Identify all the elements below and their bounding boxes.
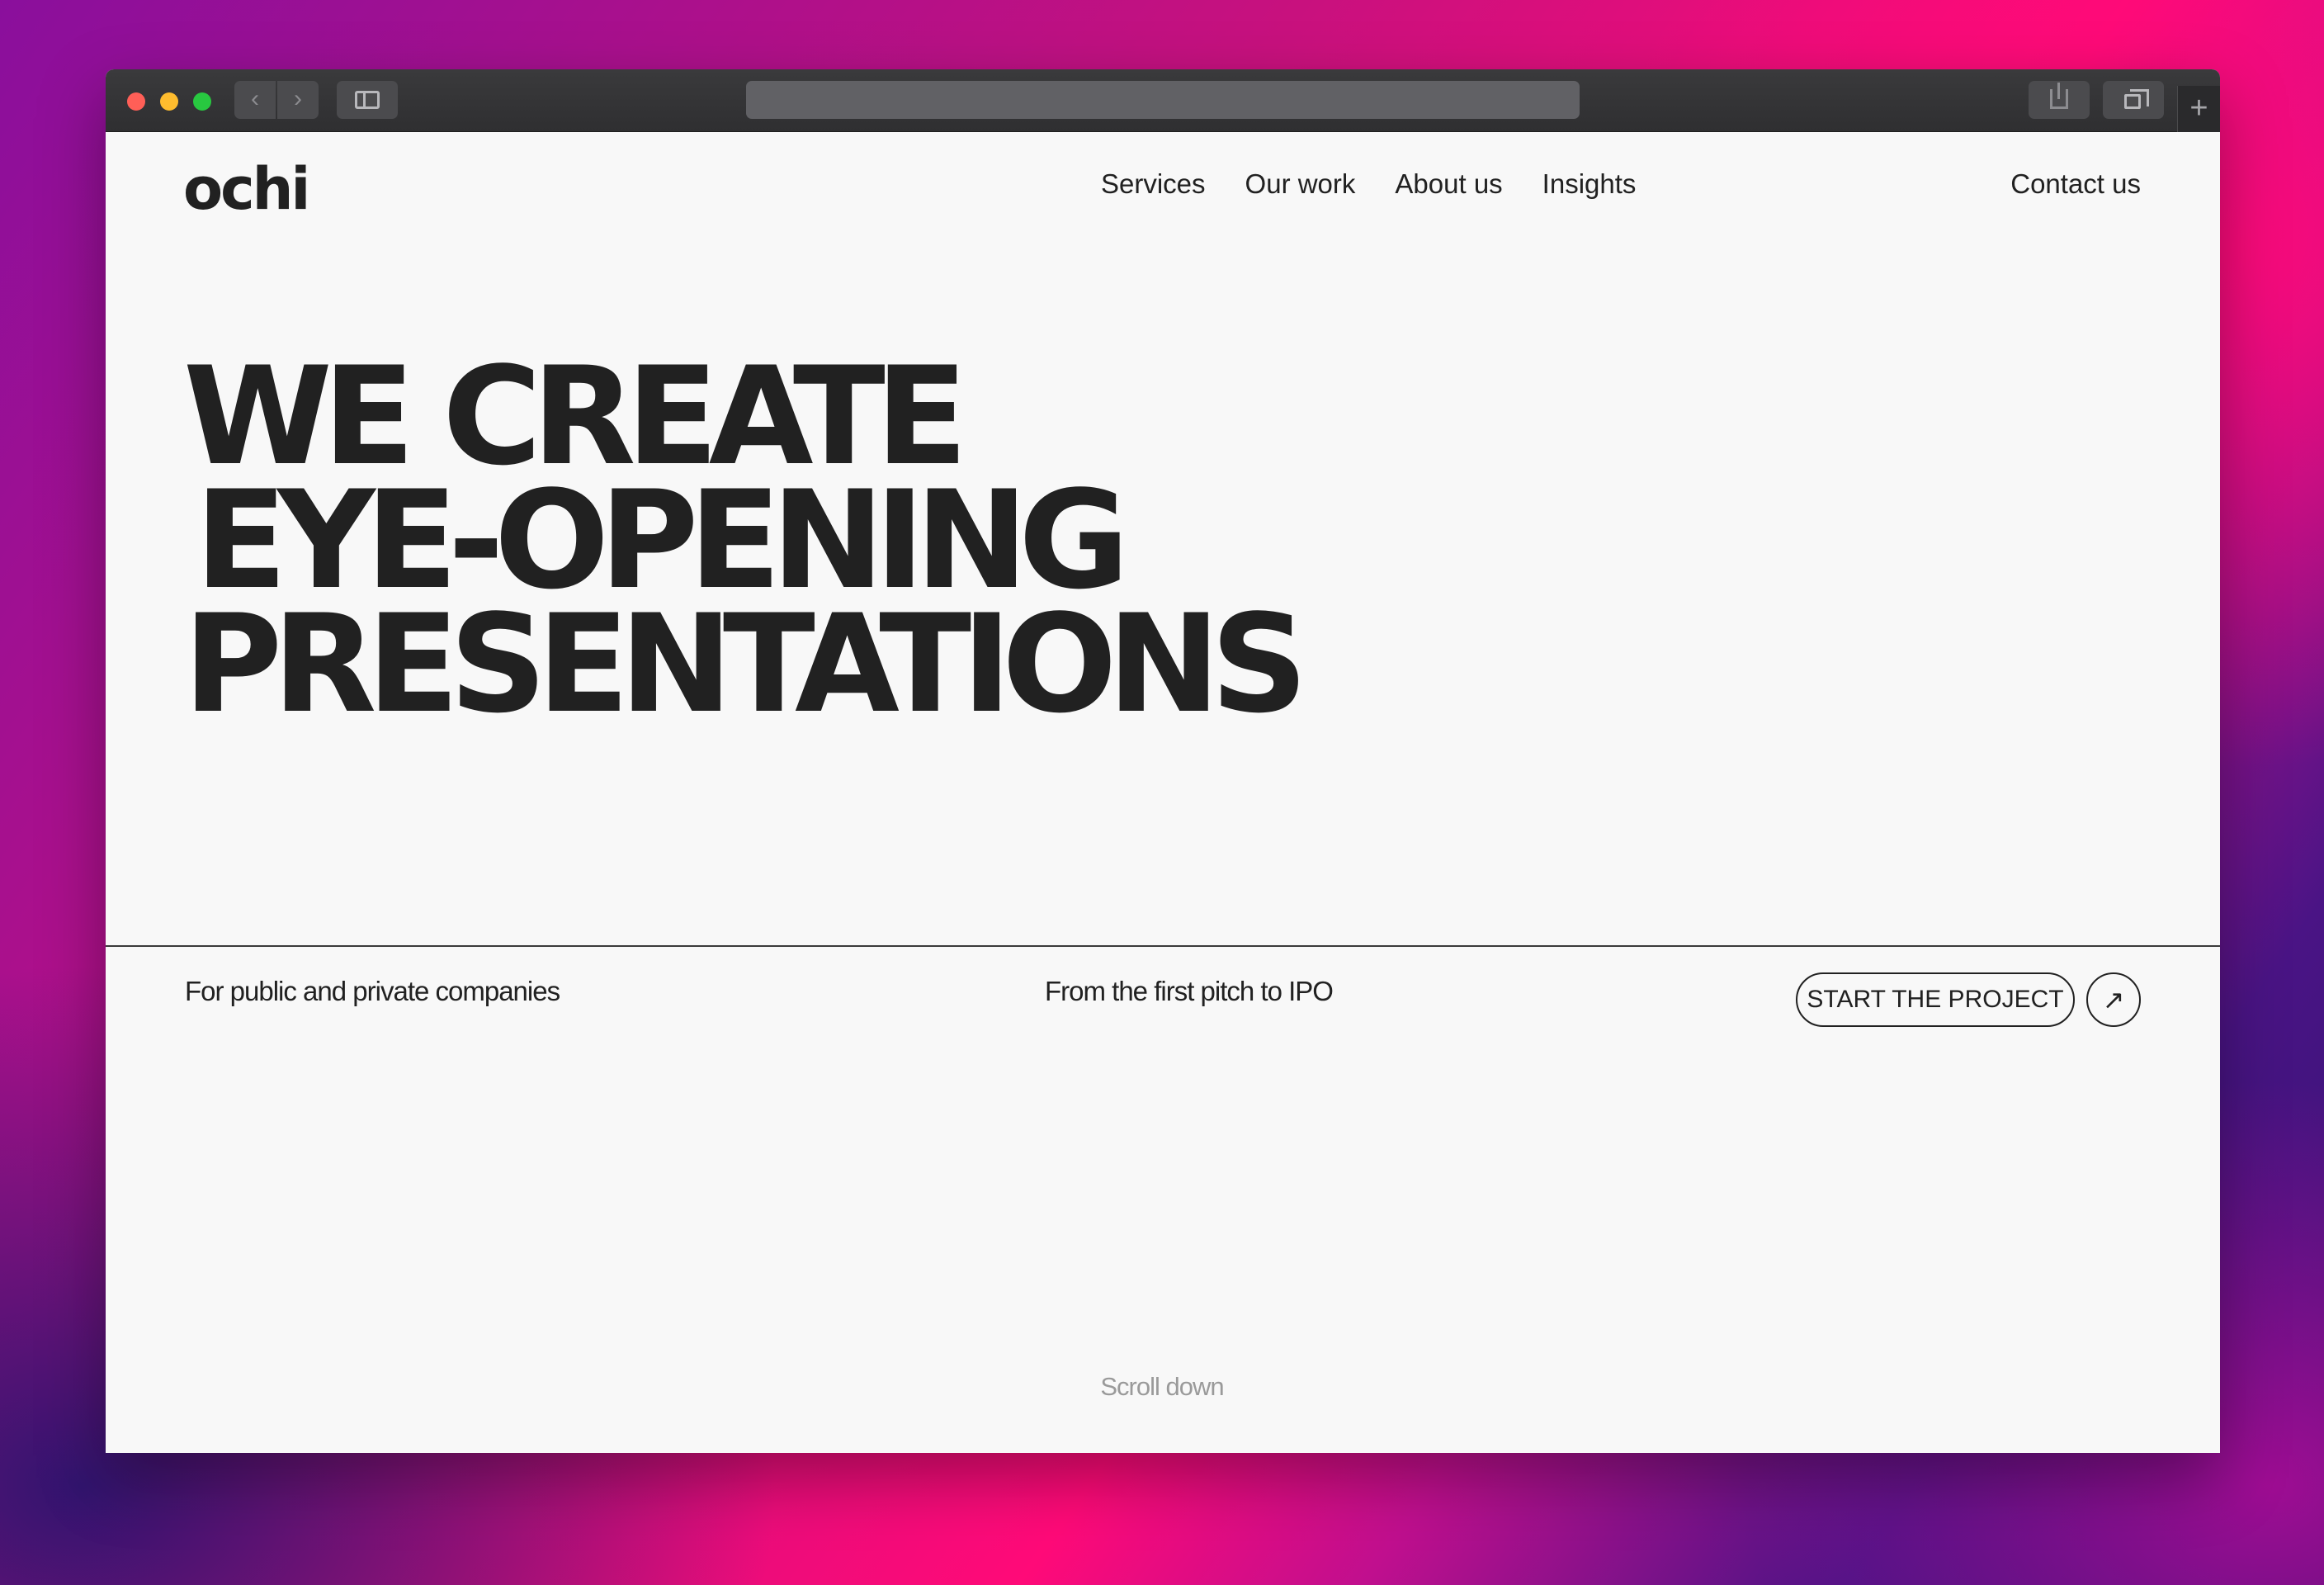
back-button[interactable]: ‹ — [234, 81, 276, 119]
minimize-window-button[interactable] — [160, 92, 178, 111]
start-project-button[interactable]: START THE PROJECT — [1796, 972, 2075, 1027]
close-window-button[interactable] — [127, 92, 145, 111]
tabs-icon — [2124, 89, 2149, 109]
scroll-down-label: Scroll down — [1100, 1372, 1224, 1401]
zoom-window-button[interactable] — [193, 92, 211, 111]
site-navbar: ochi Services Our work About us Insights… — [106, 132, 2220, 236]
hero-line-3: PRESENTATIONS — [183, 585, 1308, 743]
nav-link-about-us[interactable]: About us — [1395, 168, 1502, 200]
hero-headline: WE CREATE EYE-OPENING PRESENTATIONS — [183, 338, 1308, 743]
share-button[interactable] — [2029, 81, 2090, 119]
section-divider — [106, 945, 2220, 947]
browser-window: ‹ › + ochi Services Our work About us In… — [106, 69, 2220, 1453]
nav-link-our-work[interactable]: Our work — [1245, 168, 1356, 200]
nav-link-contact-us[interactable]: Contact us — [2010, 168, 2141, 200]
address-bar[interactable] — [746, 81, 1580, 119]
forward-button[interactable]: › — [277, 81, 319, 119]
sidebar-icon — [355, 91, 380, 109]
web-page: ochi Services Our work About us Insights… — [106, 132, 2220, 1453]
arrow-up-right-icon[interactable]: ↗ — [2086, 972, 2141, 1027]
nav-link-services[interactable]: Services — [1101, 168, 1206, 200]
sidebar-toggle-button[interactable] — [337, 81, 398, 119]
new-tab-button[interactable]: + — [2177, 86, 2220, 132]
tab-overview-button[interactable] — [2103, 81, 2164, 119]
site-logo[interactable]: ochi — [183, 155, 310, 223]
hero-line-1: WE CREATE — [183, 338, 968, 495]
share-icon — [2050, 83, 2068, 109]
hero-line-2: EYE-OPENING — [195, 461, 1130, 619]
main-menu: Services Our work About us Insights — [1101, 168, 1636, 200]
nav-link-insights[interactable]: Insights — [1542, 168, 1637, 200]
tagline-pitch-to-ipo: From the first pitch to IPO — [1045, 976, 1334, 1006]
browser-toolbar: ‹ › + — [106, 69, 2220, 132]
tagline-companies: For public and private companies — [185, 976, 560, 1006]
